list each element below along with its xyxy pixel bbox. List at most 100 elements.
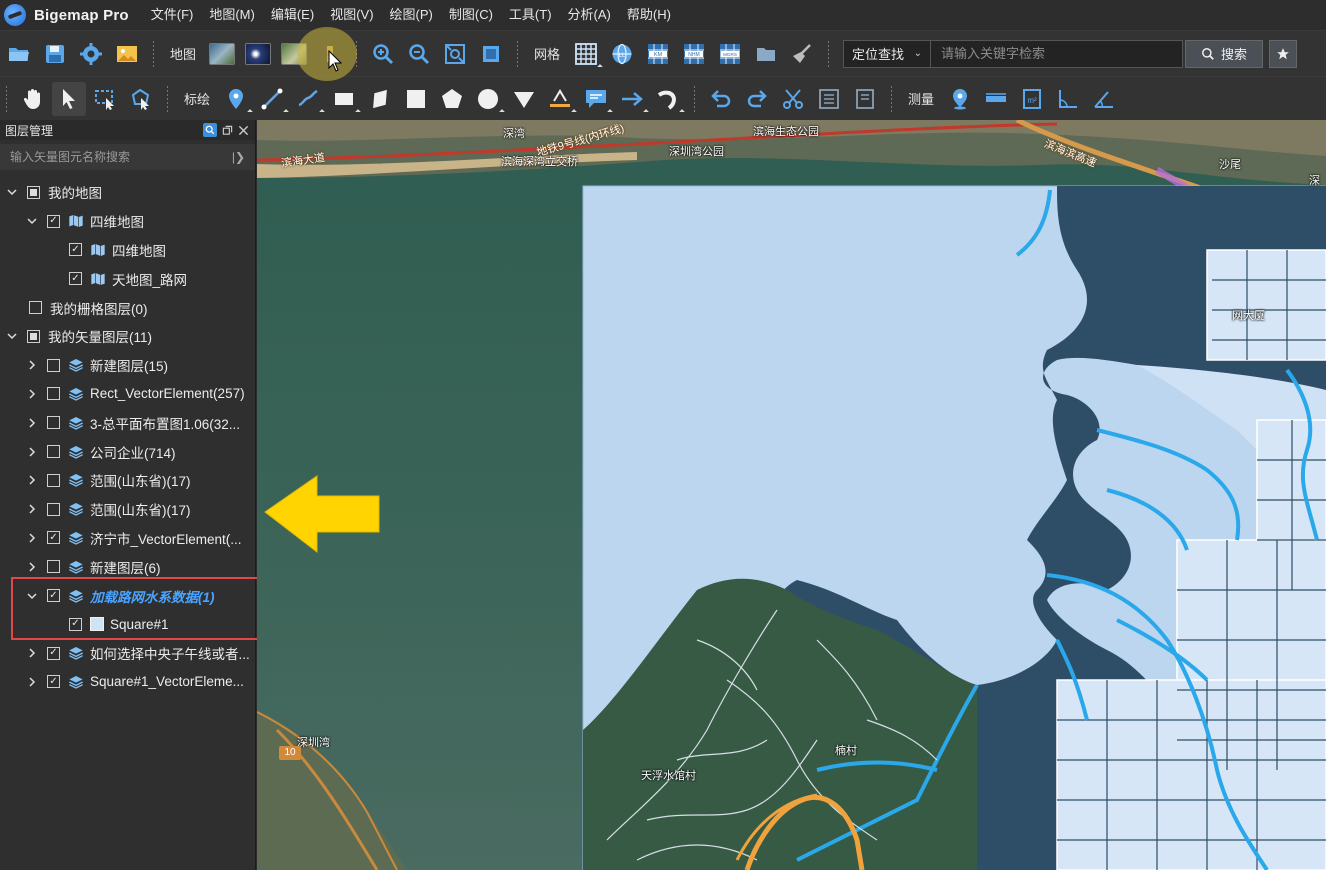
clear-grid-button[interactable]: [785, 37, 819, 71]
pan-tool-button[interactable]: [16, 82, 50, 116]
box-select-button[interactable]: [88, 82, 122, 116]
attribute-table-button[interactable]: [812, 82, 846, 116]
grid-mgrs-button[interactable]: MGRS: [713, 37, 747, 71]
draw-line-button[interactable]: [255, 82, 289, 116]
tree-item-vector-layer[interactable]: 如何选择中央子午线或者...: [0, 639, 255, 668]
chevron-right-icon[interactable]: [25, 387, 39, 401]
tree-item-vector-layer[interactable]: 新建图层(6): [0, 552, 255, 581]
tree-item-siwei-map[interactable]: 四维地图: [0, 236, 255, 265]
tree-item-vector-layer[interactable]: 范围(山东省)(17): [0, 466, 255, 495]
favorite-button[interactable]: [1269, 39, 1298, 68]
zoom-extent-button[interactable]: [438, 37, 472, 71]
close-icon[interactable]: [238, 125, 249, 136]
grid-folder-button[interactable]: [749, 37, 783, 71]
measure-area-button[interactable]: m²: [1015, 82, 1049, 116]
tree-item-vector-layers[interactable]: 我的矢量图层(11): [0, 322, 255, 351]
tree-checkbox[interactable]: [69, 272, 82, 286]
chevron-down-icon[interactable]: [25, 214, 39, 228]
tree-item-square-feature[interactable]: Square#1: [0, 610, 255, 639]
properties-button[interactable]: [848, 82, 882, 116]
tree-checkbox[interactable]: [47, 473, 60, 487]
menu-help[interactable]: 帮助(H): [619, 0, 679, 30]
chevron-down-icon[interactable]: [25, 589, 39, 603]
image-button[interactable]: [110, 37, 144, 71]
tree-item-vector-layer[interactable]: 济宁市_VectorElement(...: [0, 524, 255, 553]
draw-polygon-button[interactable]: [435, 82, 469, 116]
tree-checkbox[interactable]: [47, 502, 60, 516]
menu-view[interactable]: 视图(V): [322, 0, 381, 30]
draw-callout-button[interactable]: [579, 82, 613, 116]
settings-button[interactable]: [74, 37, 108, 71]
menu-draw[interactable]: 绘图(P): [382, 0, 441, 30]
draw-rectangle-button[interactable]: [327, 82, 361, 116]
chevron-right-icon[interactable]: [25, 646, 39, 660]
grid-nhm-button[interactable]: NHM: [677, 37, 711, 71]
zoom-out-button[interactable]: [402, 37, 436, 71]
open-folder-button[interactable]: [2, 37, 36, 71]
menu-cartography[interactable]: 制图(C): [441, 0, 501, 30]
full-extent-button[interactable]: [474, 37, 508, 71]
undo-button[interactable]: [704, 82, 738, 116]
tree-item-siwei-group[interactable]: 四维地图: [0, 207, 255, 236]
tree-checkbox[interactable]: [47, 416, 60, 430]
layer-filter-input[interactable]: [10, 150, 232, 164]
panel-search-toggle[interactable]: [203, 123, 217, 137]
chevron-down-icon[interactable]: [5, 329, 19, 343]
chevron-right-icon[interactable]: [25, 531, 39, 545]
tree-checkbox[interactable]: [47, 589, 60, 603]
draw-sector-button[interactable]: [507, 82, 541, 116]
tree-checkbox[interactable]: [69, 617, 82, 631]
chevron-right-icon[interactable]: [25, 560, 39, 574]
map-canvas[interactable]: 深湾 滨海大道 滨海深湾立交桥 地铁9号线(内环线) 深圳湾公园 滨海生态公园 …: [257, 120, 1326, 870]
draw-circle-button[interactable]: [471, 82, 505, 116]
draw-text-button[interactable]: [543, 82, 577, 116]
select-tool-button[interactable]: [52, 81, 86, 116]
tree-checkbox[interactable]: [47, 214, 60, 228]
menu-tools[interactable]: 工具(T): [501, 0, 560, 30]
measure-point-button[interactable]: [943, 82, 977, 116]
draw-square-button[interactable]: [399, 82, 433, 116]
chevron-right-icon[interactable]: [25, 445, 39, 459]
draw-arrow-button[interactable]: [615, 82, 649, 116]
collapse-panel-icon[interactable]: |❯: [232, 150, 245, 164]
measure-azimuth-button[interactable]: [1087, 82, 1121, 116]
grid-latlng-button[interactable]: LL: [605, 37, 639, 71]
tree-item-vector-layer[interactable]: 3-总平面布置图1.06(32...: [0, 408, 255, 437]
grid-km-button[interactable]: KM: [641, 37, 675, 71]
draw-marker-button[interactable]: [219, 82, 253, 116]
tree-item-raster-layers[interactable]: 我的栅格图层(0): [0, 293, 255, 322]
menu-analysis[interactable]: 分析(A): [560, 0, 619, 30]
measure-angle-button[interactable]: [1051, 82, 1085, 116]
tree-checkbox[interactable]: [47, 531, 60, 545]
menu-file[interactable]: 文件(F): [143, 0, 202, 30]
chevron-right-icon[interactable]: [25, 473, 39, 487]
tree-checkbox[interactable]: [47, 387, 60, 401]
grid-button[interactable]: [569, 37, 603, 71]
tree-item-my-maps[interactable]: 我的地图: [0, 178, 255, 207]
draw-freehand-button[interactable]: [291, 82, 325, 116]
cut-button[interactable]: [776, 82, 810, 116]
chevron-right-icon[interactable]: [25, 502, 39, 516]
redo-button[interactable]: [740, 82, 774, 116]
zoom-in-button[interactable]: [366, 37, 400, 71]
draw-parallelogram-button[interactable]: [363, 82, 397, 116]
chevron-right-icon[interactable]: [25, 358, 39, 372]
tree-checkbox[interactable]: [47, 358, 60, 372]
search-button[interactable]: 搜索: [1185, 39, 1264, 68]
search-input[interactable]: [931, 39, 1184, 68]
map-source-satellite-button[interactable]: [205, 37, 239, 71]
tree-item-vector-layer[interactable]: 新建图层(15): [0, 351, 255, 380]
draw-curve-arrow-button[interactable]: [651, 82, 685, 116]
chevron-right-icon[interactable]: [25, 675, 39, 689]
tree-item-vector-layer[interactable]: Rect_VectorElement(257): [0, 380, 255, 409]
chevron-right-icon[interactable]: [25, 416, 39, 430]
tree-item-vector-layer[interactable]: 公司企业(714): [0, 437, 255, 466]
tree-checkbox[interactable]: [69, 243, 82, 257]
menu-map[interactable]: 地图(M): [201, 0, 263, 30]
tree-item-vector-layer[interactable]: 范围(山东省)(17): [0, 495, 255, 524]
polygon-select-button[interactable]: [124, 82, 158, 116]
tree-checkbox[interactable]: [47, 445, 60, 459]
measure-distance-button[interactable]: [979, 82, 1013, 116]
menu-edit[interactable]: 编辑(E): [263, 0, 322, 30]
locate-mode-select[interactable]: 定位查找 ⌄: [843, 39, 932, 68]
